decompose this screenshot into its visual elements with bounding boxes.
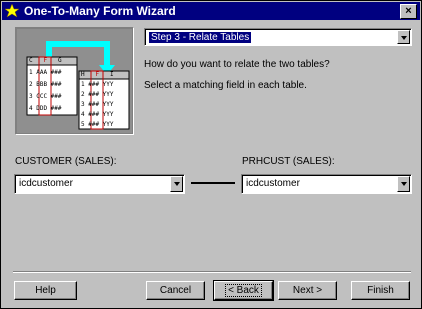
left-table-row: 2 BBB ### [29,81,62,88]
button-divider [13,271,411,273]
window-title: One-To-Many Form Wizard [24,4,176,18]
right-field-dropdown-button[interactable] [397,176,410,192]
right-table-row: 5 ### YYY [81,121,114,128]
finish-button[interactable]: Finish [351,281,410,300]
relate-question: How do you want to relate the two tables… [144,59,330,70]
wizard-window: One-To-Many Form Wizard × C F G 1 AAA ##… [0,0,422,309]
step-select-value: Step 3 - Relate Tables [149,32,252,43]
right-table-label: PRHCUST (SALES): [242,156,335,167]
right-table-row: 4 ### YYY [81,111,114,118]
right-table-row: 2 ### YYY [81,91,114,98]
left-field-value: icdcustomer [19,178,73,189]
step-dropdown-button[interactable] [397,30,410,44]
left-field-select[interactable]: icdcustomer [14,174,185,194]
left-field-dropdown-button[interactable] [170,176,183,192]
step-select[interactable]: Step 3 - Relate Tables [144,28,412,46]
left-table-headers: C F G [29,57,62,64]
next-button[interactable]: Next > [278,281,337,300]
relation-illustration: C F G 1 AAA ### 2 BBB ### 3 CCC ### 4 DD… [15,27,134,135]
chevron-down-icon [174,182,180,186]
right-field-value: icdcustomer [246,178,300,189]
right-field-select[interactable]: icdcustomer [241,174,412,194]
title-bar: One-To-Many Form Wizard × [2,2,420,20]
cancel-button[interactable]: Cancel [146,281,205,300]
left-table-row: 1 AAA ### [29,69,62,76]
close-button[interactable]: × [400,4,417,19]
left-table-row: 3 CCC ### [29,93,62,100]
help-button[interactable]: Help [14,281,77,300]
wizard-wand-icon [5,4,19,18]
relate-instruction: Select a matching field in each table. [144,80,307,91]
chevron-down-icon [401,182,407,186]
right-table-row: 3 ### YYY [81,101,114,108]
chevron-down-icon [401,36,407,40]
left-table-label: CUSTOMER (SALES): [15,156,117,167]
back-button[interactable]: < Back [213,280,274,301]
right-table-row: 1 ### YYY [81,81,114,88]
relation-connector-line [191,182,235,184]
right-table-headers: H F I [81,71,114,78]
left-table-row: 4 DDD ### [29,105,62,112]
